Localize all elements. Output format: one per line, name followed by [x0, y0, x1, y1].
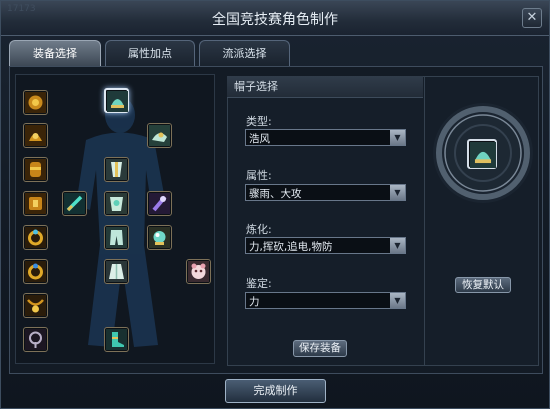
teal-boots-icon [106, 329, 127, 350]
teal-hat-icon [107, 91, 128, 112]
teal-armor-icon [106, 193, 127, 214]
slot-pants[interactable] [104, 225, 129, 250]
slot-belt-left[interactable] [23, 191, 48, 216]
slot-pendant[interactable] [23, 293, 48, 318]
slot-amulet[interactable] [23, 327, 48, 352]
close-button[interactable]: ✕ [522, 8, 542, 28]
attribute-dropdown[interactable]: 骤雨、大攻 ▼ [245, 184, 406, 201]
slot-ring-left[interactable] [23, 225, 48, 250]
teal-orb-icon [149, 227, 170, 248]
chevron-down-icon[interactable]: ▼ [390, 238, 405, 253]
chevron-down-icon[interactable]: ▼ [390, 130, 405, 145]
slot-hat[interactable] [104, 88, 129, 113]
character-silhouette [76, 97, 166, 347]
preview-slot [467, 139, 497, 169]
teal-skirt-icon [106, 261, 127, 282]
reset-default-button[interactable]: 恢复默认 [455, 277, 511, 293]
refine-dropdown[interactable]: 力,挥砍,追电,物防 ▼ [245, 237, 406, 254]
character-creation-window: 17173 全国竞技赛角色制作 ✕ 装备选择 属性加点 流派选择 帽子选择 类型… [0, 0, 550, 409]
purple-offhand-icon [149, 193, 170, 214]
panel-divider [424, 76, 425, 366]
slot-offhand[interactable] [147, 191, 172, 216]
gold-ring2-icon [25, 261, 46, 282]
title-bar: 17173 全国竞技赛角色制作 ✕ [1, 1, 549, 36]
appraise-dropdown[interactable]: 力 ▼ [245, 292, 406, 309]
gold-face-icon [25, 92, 46, 113]
detail-header: 帽子选择 [227, 76, 423, 98]
slot-bracer-left[interactable] [23, 157, 48, 182]
slot-helmet-ornament[interactable] [23, 90, 48, 115]
slot-weapon[interactable] [62, 191, 87, 216]
gold-ring-icon [25, 227, 46, 248]
attribute-label: 属性: [246, 169, 272, 182]
attribute-value: 骤雨、大攻 [249, 188, 302, 200]
slot-chest[interactable] [104, 157, 129, 182]
teal-chest-icon [106, 159, 127, 180]
gold-belt-icon [25, 193, 46, 214]
slot-ring-right[interactable] [23, 259, 48, 284]
tab-equipment[interactable]: 装备选择 [9, 40, 101, 67]
slot-boots[interactable] [104, 327, 129, 352]
appraise-label: 鉴定: [246, 277, 272, 290]
type-value: 浩风 [249, 133, 270, 145]
teal-pants-icon [106, 227, 127, 248]
refine-label: 炼化: [246, 223, 272, 236]
appraise-value: 力 [249, 296, 260, 308]
teal-weapon-icon [64, 193, 85, 214]
slot-shoulder-right[interactable] [147, 123, 172, 148]
type-dropdown[interactable]: 浩风 ▼ [245, 129, 406, 146]
tab-school[interactable]: 流派选择 [199, 40, 290, 67]
slot-shoulder-left[interactable] [23, 123, 48, 148]
type-label: 类型: [246, 115, 272, 128]
gold-shoulder-icon [25, 125, 46, 146]
finish-creation-button[interactable]: 完成制作 [225, 379, 326, 403]
chevron-down-icon[interactable]: ▼ [390, 185, 405, 200]
refine-value: 力,挥砍,追电,物防 [249, 241, 333, 253]
gold-bracer-icon [25, 159, 46, 180]
equipment-slots-panel [15, 74, 215, 364]
teal-shoulder-icon [149, 125, 170, 146]
teal-hat-icon [470, 142, 496, 168]
dark-amulet-icon [25, 329, 46, 350]
slot-skirt[interactable] [104, 259, 129, 284]
slot-pet[interactable] [186, 259, 211, 284]
slot-body-armor[interactable] [104, 191, 129, 216]
tab-attributes[interactable]: 属性加点 [105, 40, 195, 67]
window-title: 全国竞技赛角色制作 [212, 12, 338, 28]
slot-orb[interactable] [147, 225, 172, 250]
pet-icon [188, 261, 209, 282]
save-equipment-button[interactable]: 保存装备 [293, 340, 347, 357]
chevron-down-icon[interactable]: ▼ [390, 293, 405, 308]
gold-pendant-icon [25, 295, 46, 316]
